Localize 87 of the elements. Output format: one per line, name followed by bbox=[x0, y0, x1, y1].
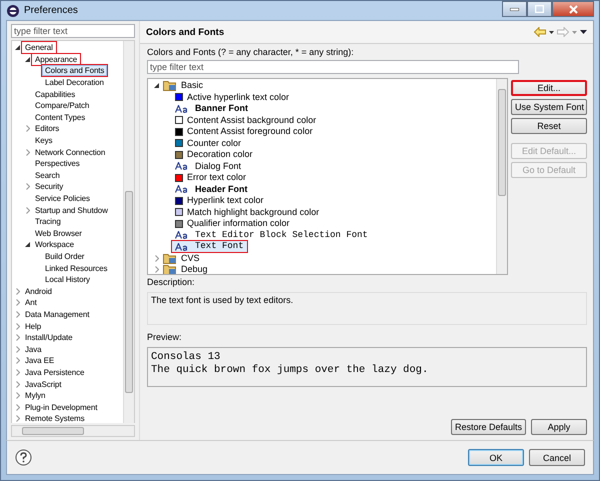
dropdown-icon[interactable] bbox=[549, 30, 554, 34]
scrollbar[interactable] bbox=[496, 79, 507, 274]
horizontal-scrollbar[interactable] bbox=[11, 425, 135, 437]
tree-item[interactable]: Java bbox=[22, 344, 44, 355]
close-icon bbox=[568, 4, 578, 14]
tree-item[interactable]: Java Persistence bbox=[22, 366, 88, 378]
folder-icon bbox=[163, 264, 176, 274]
action-button[interactable]: Use System Font bbox=[511, 99, 587, 115]
tree-item[interactable]: Search bbox=[32, 170, 63, 181]
app-icon bbox=[6, 4, 20, 18]
tree-item[interactable]: Remote Systems bbox=[22, 413, 88, 423]
expanded-arrow-icon[interactable] bbox=[23, 242, 32, 248]
scrollbar[interactable] bbox=[123, 41, 134, 423]
filter-field[interactable]: type filter text bbox=[11, 24, 135, 38]
expanded-arrow-icon[interactable] bbox=[152, 83, 161, 88]
minimize-icon bbox=[510, 8, 519, 10]
tree-item[interactable]: Qualifier information color bbox=[172, 218, 293, 230]
tree-item[interactable]: Text Font bbox=[172, 241, 247, 252]
tree-item[interactable]: Help bbox=[22, 320, 44, 332]
tree-item[interactable]: Text Editor Block Selection Font bbox=[172, 230, 371, 241]
tree-item[interactable]: Java EE bbox=[22, 355, 58, 366]
filter-field[interactable]: type filter text bbox=[147, 60, 519, 74]
tree-item[interactable]: Match highlight background color bbox=[172, 206, 322, 218]
tree-item[interactable]: Basic bbox=[178, 80, 206, 92]
tree-item[interactable]: Linked Resources bbox=[42, 262, 110, 274]
tree-item[interactable]: Appearance bbox=[32, 54, 80, 65]
window-title: Preferences bbox=[24, 5, 78, 16]
tree-item[interactable]: Workspace bbox=[32, 239, 77, 250]
tree-item[interactable]: Local History bbox=[42, 274, 93, 286]
tree-item[interactable]: JavaScript bbox=[22, 378, 64, 390]
tree-item[interactable]: Compare/Patch bbox=[32, 100, 92, 112]
tree-item[interactable]: Mylyn bbox=[22, 390, 48, 402]
tree-item[interactable]: Active hyperlink text color bbox=[172, 92, 292, 103]
description-text: The text font is used by text editors. bbox=[147, 292, 587, 325]
tree-item[interactable]: Network Connection bbox=[32, 146, 108, 158]
tree-item[interactable]: Web Browser bbox=[32, 228, 85, 239]
action-button[interactable]: Apply bbox=[531, 419, 587, 435]
tree-item[interactable]: Data Management bbox=[22, 308, 92, 320]
page-title: Colors and Fonts bbox=[146, 26, 224, 38]
maximize-button[interactable] bbox=[527, 1, 552, 17]
tree-item[interactable]: Label Decoration bbox=[42, 77, 107, 88]
tree-item[interactable]: Banner Font bbox=[172, 103, 251, 114]
tree-item[interactable]: Colors and Fonts bbox=[42, 65, 108, 76]
tree-item[interactable]: Editors bbox=[32, 123, 62, 134]
preview-text: The quick brown fox jumps over the lazy dog. bbox=[151, 364, 430, 377]
tree-item[interactable]: Service Policies bbox=[32, 193, 93, 204]
tree-item[interactable]: Startup and Shutdow bbox=[32, 204, 111, 216]
tree-item[interactable]: Perspectives bbox=[32, 158, 83, 170]
tree-item[interactable]: Tracing bbox=[32, 216, 64, 228]
view-menu-icon[interactable] bbox=[580, 30, 587, 34]
preview-label: Preview: bbox=[147, 332, 183, 343]
description-label: Description: bbox=[147, 277, 196, 288]
tree-item[interactable]: Decoration color bbox=[172, 149, 256, 160]
tree-item[interactable]: Plug-in Development bbox=[22, 402, 100, 413]
tree-item[interactable]: Dialog Font bbox=[172, 160, 244, 172]
tree-item[interactable]: Counter color bbox=[172, 138, 244, 149]
tree-item[interactable]: Header Font bbox=[172, 184, 251, 195]
tree-item[interactable]: Install/Update bbox=[22, 332, 76, 344]
tree-item[interactable]: Content Assist background color bbox=[172, 114, 320, 126]
tree-item[interactable]: Build Order bbox=[42, 250, 88, 262]
minimize-button[interactable] bbox=[502, 1, 527, 17]
action-button[interactable]: Reset bbox=[511, 118, 587, 134]
folder-icon bbox=[163, 252, 176, 264]
tree-item[interactable]: Debug bbox=[178, 264, 211, 274]
action-button[interactable]: Restore Defaults bbox=[450, 419, 526, 435]
tree-item[interactable]: General bbox=[22, 42, 56, 54]
close-button[interactable] bbox=[552, 1, 594, 17]
expanded-arrow-icon[interactable] bbox=[23, 56, 32, 62]
filter-label: Colors and Fonts (? = any character, * = any string): bbox=[147, 47, 355, 58]
tree-item[interactable]: Error text color bbox=[172, 172, 250, 184]
expanded-arrow-icon[interactable] bbox=[13, 45, 22, 50]
tree-item[interactable]: Android bbox=[22, 286, 55, 297]
tree-item[interactable]: Capabilities bbox=[32, 88, 78, 100]
tree-item[interactable]: Security bbox=[32, 181, 66, 192]
folder-icon bbox=[163, 80, 176, 92]
tree-item[interactable]: Content Types bbox=[32, 112, 88, 123]
action-button[interactable]: Edit... bbox=[511, 80, 587, 96]
preview-text: Consolas 13 bbox=[151, 351, 222, 364]
help-icon[interactable] bbox=[15, 449, 32, 466]
maximize-icon bbox=[535, 5, 544, 13]
dialog-button[interactable]: Cancel bbox=[529, 449, 585, 466]
dialog-button[interactable]: OK bbox=[468, 449, 524, 466]
tree-item[interactable]: CVS bbox=[178, 252, 203, 264]
tree-item[interactable]: Content Assist foreground color bbox=[172, 126, 316, 138]
tree-item[interactable]: Hyperlink text color bbox=[172, 195, 267, 206]
tree-item[interactable]: Keys bbox=[32, 135, 56, 146]
tree-item[interactable]: Ant bbox=[22, 297, 40, 308]
